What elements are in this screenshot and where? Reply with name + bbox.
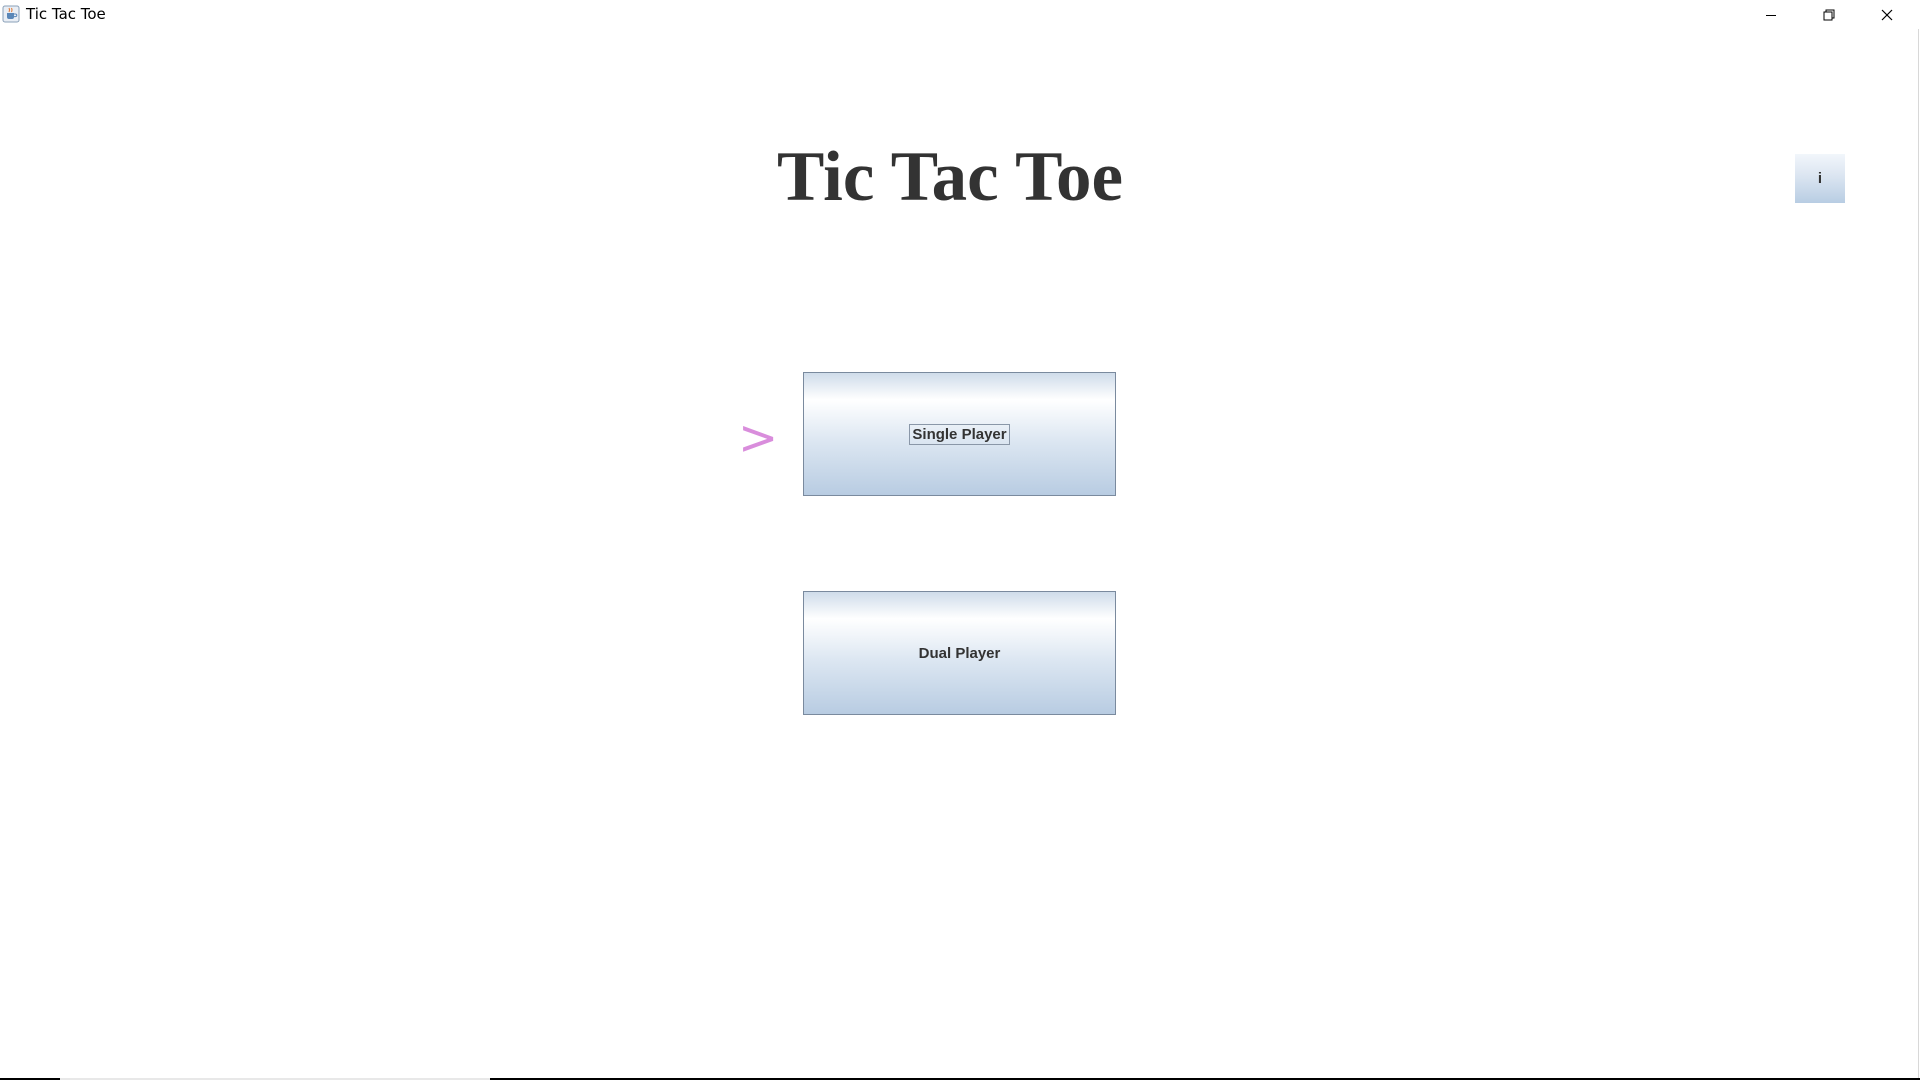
window-title: Tic Tac Toe: [26, 5, 106, 23]
dual-player-button[interactable]: Dual Player: [803, 591, 1116, 715]
restore-button[interactable]: [1800, 0, 1858, 29]
minimize-button[interactable]: [1742, 0, 1800, 29]
close-button[interactable]: [1858, 0, 1916, 29]
info-button[interactable]: i: [1795, 154, 1845, 203]
single-player-button[interactable]: Single Player: [803, 372, 1116, 496]
java-cup-icon: [2, 5, 20, 23]
selection-pointer: >: [738, 410, 779, 466]
dual-player-label: Dual Player: [918, 644, 1001, 662]
minimize-icon: [1765, 9, 1777, 21]
window-right-border: [1918, 29, 1919, 1078]
restore-icon: [1823, 9, 1835, 21]
app-window: Tic Tac Toe Tic Tac Toe i > Single Playe…: [0, 0, 1920, 1078]
info-button-label: i: [1817, 170, 1823, 187]
game-title: Tic Tac Toe: [777, 138, 1123, 216]
single-player-label: Single Player: [909, 423, 1010, 445]
title-bar[interactable]: Tic Tac Toe: [0, 0, 1920, 29]
close-icon: [1881, 9, 1893, 21]
